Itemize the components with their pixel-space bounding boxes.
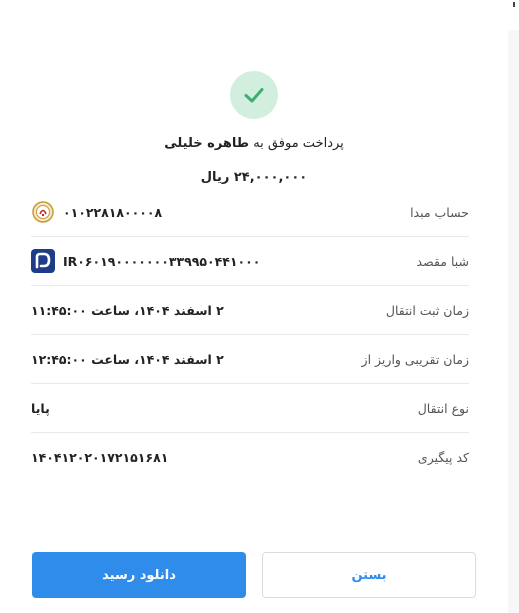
download-receipt-button[interactable]: دانلود رسید [32, 552, 246, 598]
tracking-code: ۱۴۰۴۱۲۰۲۰۱۷۲۱۵۱۶۸۱ [31, 449, 169, 465]
row-value-wrap: IR۰۶۰۱۹۰۰۰۰۰۰۰۳۳۹۹۵۰۴۴۱۰۰۰ [31, 249, 260, 273]
row-destination-iban: شبا مقصد IR۰۶۰۱۹۰۰۰۰۰۰۰۳۳۹۹۵۰۴۴۱۰۰۰ [31, 237, 469, 286]
top-bar [0, 0, 519, 31]
success-prefix: پرداخت موفق به [253, 136, 344, 151]
bank-melli-logo-icon [31, 200, 55, 224]
scrollbar[interactable] [508, 30, 519, 613]
row-registration-time: زمان ثبت انتقال ۲ اسفند ۱۴۰۴، ساعت ۱۱:۴۵… [31, 286, 469, 335]
destination-iban: IR۰۶۰۱۹۰۰۰۰۰۰۰۳۳۹۹۵۰۴۴۱۰۰۰ [63, 253, 261, 269]
success-message: پرداخت موفق به طاهره خلیلی [0, 136, 508, 151]
row-label: شبا مقصد [416, 253, 469, 269]
row-value-wrap: ۰۱۰۲۲۸۱۸۰۰۰۰۸ [31, 200, 162, 224]
close-button[interactable]: بستن [262, 552, 476, 598]
transfer-type: پایا [31, 400, 50, 416]
row-source-account: حساب مبدا ۰۱۰۲۲۸۱۸۰۰۰۰۸ [31, 188, 469, 237]
menu-dots-icon[interactable] [513, 2, 515, 7]
estimated-deposit-time: ۲ اسفند ۱۴۰۴، ساعت ۱۲:۴۵:۰۰ [31, 351, 224, 367]
row-label: نوع انتقال [417, 400, 469, 416]
row-tracking-code: کد پیگیری ۱۴۰۴۱۲۰۲۰۱۷۲۱۵۱۶۸۱ [31, 433, 469, 481]
row-estimated-deposit-time: زمان تقریبی واریز از ۲ اسفند ۱۴۰۴، ساعت … [31, 335, 469, 384]
transfer-amount: ۲۴,۰۰۰,۰۰۰ ریال [200, 170, 308, 185]
receipt-card: پرداخت موفق به طاهره خلیلی ۲۴,۰۰۰,۰۰۰ ری… [0, 30, 509, 613]
row-label: زمان تقریبی واریز از [361, 351, 469, 367]
bank-saderat-logo-icon [31, 249, 55, 273]
row-label: کد پیگیری [417, 449, 469, 465]
recipient-name: طاهره خلیلی [164, 136, 250, 151]
row-transfer-type: نوع انتقال پایا [31, 384, 469, 433]
row-label: زمان ثبت انتقال [385, 302, 469, 318]
registration-time: ۲ اسفند ۱۴۰۴، ساعت ۱۱:۴۵:۰۰ [31, 302, 224, 318]
row-label: حساب مبدا [410, 204, 469, 220]
source-account-number: ۰۱۰۲۲۸۱۸۰۰۰۰۸ [63, 204, 163, 220]
action-buttons: دانلود رسید بستن [32, 552, 476, 598]
details-list: حساب مبدا ۰۱۰۲۲۸۱۸۰۰۰۰۸ شبا مقصد IR۰۶۰۱۹… [31, 188, 469, 481]
success-check-icon [230, 71, 278, 119]
